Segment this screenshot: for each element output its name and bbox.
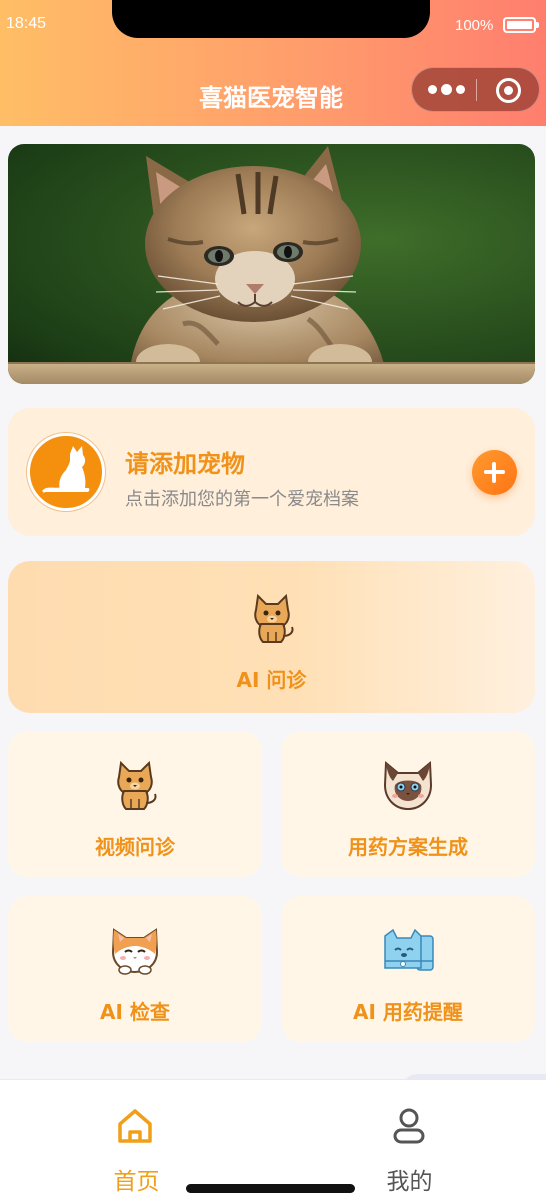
ai-check-label: AI 检查 bbox=[100, 1000, 170, 1024]
blue-cat-icon bbox=[384, 928, 434, 971]
ai-check-tile[interactable]: AI 检查 bbox=[8, 896, 262, 1042]
orange-cat-icon bbox=[111, 928, 159, 975]
home-indicator bbox=[186, 1184, 355, 1193]
user-icon bbox=[393, 1108, 425, 1144]
add-pet-card[interactable]: 请添加宠物 点击添加您的第一个爱宠档案 bbox=[8, 408, 535, 536]
miniprogram-capsule bbox=[411, 67, 540, 112]
banner-image[interactable] bbox=[8, 144, 535, 384]
bottom-tab-bar: 首页 我的 bbox=[0, 1079, 546, 1196]
home-icon bbox=[118, 1109, 152, 1143]
tab-home[interactable]: 首页 bbox=[0, 1080, 273, 1196]
add-pet-title: 请添加宠物 bbox=[125, 450, 245, 478]
add-pet-button[interactable] bbox=[472, 450, 517, 495]
dog-icon bbox=[254, 593, 294, 643]
header: 18:45 100% 喜猫医宠智能 bbox=[0, 0, 546, 126]
battery-icon bbox=[503, 17, 539, 33]
battery-percentage: 100% bbox=[455, 17, 494, 34]
ai-reminder-tile[interactable]: AI 用药提醒 bbox=[281, 896, 535, 1042]
siamese-cat-icon bbox=[383, 760, 433, 811]
video-consult-tile[interactable]: 视频问诊 bbox=[8, 731, 262, 877]
medication-plan-label: 用药方案生成 bbox=[348, 835, 468, 859]
kitten-illustration bbox=[8, 146, 535, 384]
ai-consult-label: AI 问诊 bbox=[236, 668, 307, 692]
video-consult-label: 视频问诊 bbox=[95, 835, 175, 859]
capsule-divider bbox=[476, 79, 477, 101]
cat-avatar-icon bbox=[27, 433, 105, 511]
close-miniprogram-icon[interactable] bbox=[496, 78, 521, 103]
camera-notch bbox=[112, 0, 430, 38]
status-time: 18:45 bbox=[6, 15, 47, 32]
add-pet-subtitle: 点击添加您的第一个爱宠档案 bbox=[125, 489, 359, 510]
dog-icon bbox=[117, 760, 157, 810]
more-icon[interactable] bbox=[428, 84, 465, 95]
medication-plan-tile[interactable]: 用药方案生成 bbox=[281, 731, 535, 877]
ai-consult-tile[interactable]: AI 问诊 bbox=[8, 561, 535, 713]
ai-reminder-label: AI 用药提醒 bbox=[353, 1000, 463, 1024]
tab-mine[interactable]: 我的 bbox=[273, 1080, 546, 1196]
